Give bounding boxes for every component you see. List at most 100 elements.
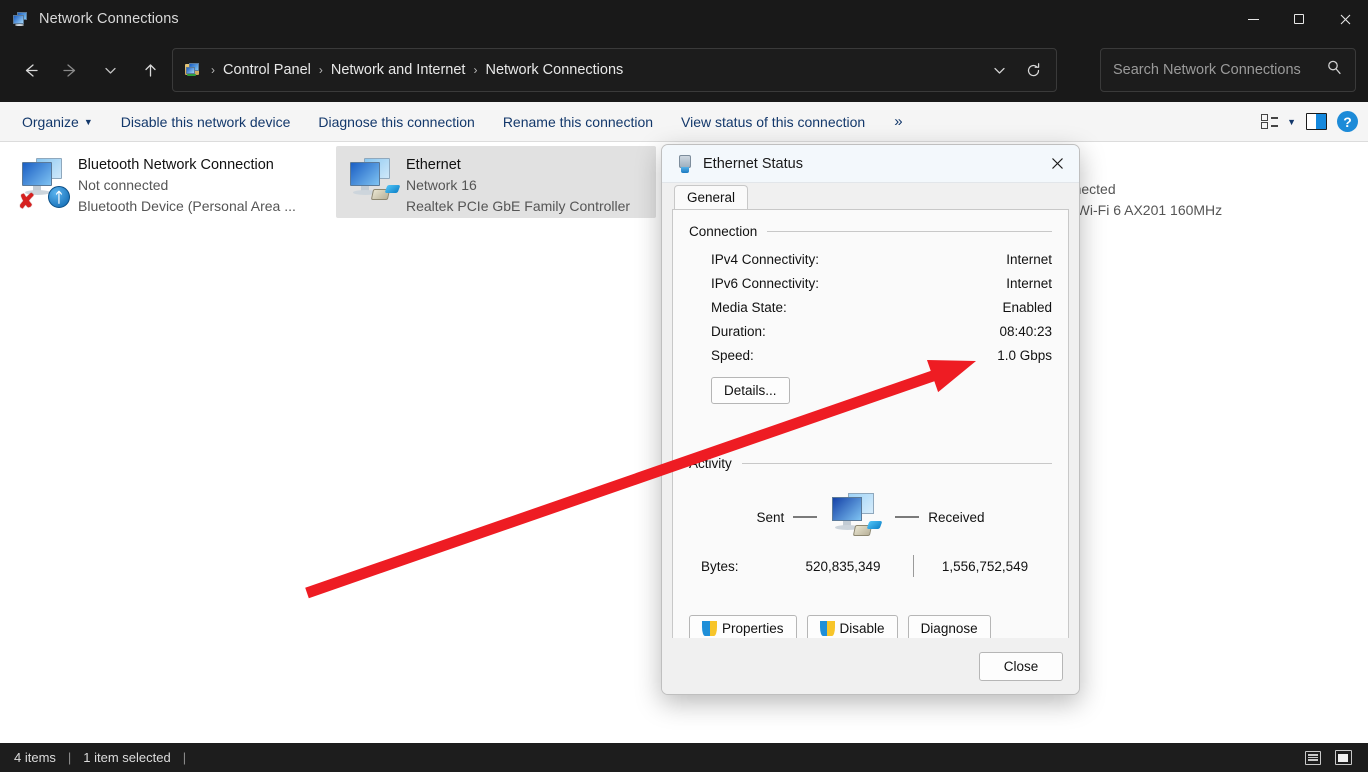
shield-icon: [702, 621, 717, 636]
row-duration: Duration: 08:40:23: [689, 320, 1052, 344]
rename-connection-button[interactable]: Rename this connection: [493, 109, 663, 135]
network-plug-icon: [676, 154, 694, 174]
address-bar[interactable]: › Control Panel › Network and Internet ›…: [172, 48, 1057, 92]
recent-locations-button[interactable]: [90, 53, 130, 87]
row-value: Internet: [1006, 252, 1052, 267]
search-box[interactable]: [1100, 48, 1356, 92]
breadcrumb-network-connections[interactable]: Network Connections: [479, 59, 629, 81]
network-activity-icon: [826, 491, 886, 543]
bluetooth-icon: ᛏ: [48, 186, 70, 208]
title-bar: Network Connections: [0, 0, 1368, 38]
rj45-plug-icon: [370, 185, 401, 202]
connection-status: onnected: [1058, 181, 1116, 197]
row-ipv4-connectivity: IPv4 Connectivity: Internet: [689, 248, 1052, 272]
row-value: Enabled: [1002, 300, 1052, 315]
row-label: IPv6 Connectivity:: [711, 276, 820, 291]
list-item-bluetooth-network-connection[interactable]: ✘ ᛏ Bluetooth Network Connection Not con…: [8, 146, 328, 218]
row-value: 1.0 Gbps: [997, 348, 1052, 363]
activity-group-label: Activity: [689, 456, 732, 471]
activity-graph: Sent Received: [689, 489, 1052, 545]
details-view-icon: [1305, 750, 1321, 765]
row-value: Internet: [1006, 276, 1052, 291]
breadcrumb-separator: ›: [318, 63, 323, 77]
chevron-down-icon: ▼: [83, 116, 93, 127]
row-label: IPv4 Connectivity:: [711, 252, 820, 267]
file-explorer-window: Network Connections › Control Panel › Ne…: [0, 0, 1368, 772]
ethernet-network-icon: [344, 152, 402, 210]
connection-name: Ethernet: [406, 157, 461, 173]
network-connections-icon: [12, 10, 30, 28]
details-view-button[interactable]: [1300, 747, 1326, 769]
large-icons-view-icon: [1334, 750, 1352, 765]
forward-button[interactable]: [50, 53, 90, 87]
dialog-close-icon[interactable]: [1035, 145, 1079, 183]
row-media-state: Media State: Enabled: [689, 296, 1052, 320]
chevron-down-icon[interactable]: [982, 54, 1016, 86]
activity-section: Activity Sent Received Bytes: 520,835,34…: [689, 456, 1052, 577]
large-icons-view-button[interactable]: [1330, 747, 1356, 769]
received-line: [895, 516, 920, 518]
maximize-button[interactable]: [1276, 0, 1322, 38]
preview-pane-button[interactable]: [1306, 113, 1327, 130]
help-button[interactable]: ?: [1337, 111, 1358, 132]
close-dialog-button[interactable]: Close: [979, 651, 1063, 681]
search-input[interactable]: [1113, 62, 1326, 78]
close-window-button[interactable]: [1322, 0, 1368, 38]
bytes-label: Bytes:: [701, 558, 739, 574]
dialog-title: Ethernet Status: [703, 155, 803, 172]
dialog-footer: Close: [662, 638, 1079, 694]
selection-count: 1 item selected: [83, 750, 171, 765]
shield-icon: [819, 621, 835, 636]
organize-label: Organize: [22, 113, 79, 130]
row-label: Duration:: [711, 324, 766, 339]
dialog-tab-strip: General: [662, 183, 1079, 209]
disable-network-device-button[interactable]: Disable this network device: [111, 109, 301, 135]
connection-status: Network 16: [406, 177, 477, 193]
connection-group-label: Connection: [689, 224, 758, 239]
bytes-row: Bytes: 520,835,349 1,556,752,549: [689, 555, 1052, 577]
item-count: 4 items: [14, 750, 56, 765]
back-button[interactable]: [10, 53, 50, 87]
diagnose-connection-button[interactable]: Diagnose this connection: [308, 109, 484, 135]
disable-label: Disable: [839, 621, 885, 636]
connection-details-list: IPv4 Connectivity: Internet IPv6 Connect…: [689, 248, 1052, 368]
view-status-button[interactable]: View status of this connection: [671, 109, 875, 135]
organize-menu-button[interactable]: Organize ▼: [12, 109, 103, 135]
tab-general[interactable]: General: [674, 185, 749, 209]
list-item-wifi-occluded[interactable]: onnected R) Wi-Fi 6 AX201 160MHz: [1058, 148, 1368, 221]
bluetooth-network-icon: ✘ ᛏ: [16, 152, 74, 213]
window-controls: [1230, 0, 1368, 38]
disconnected-x-icon: ✘: [18, 191, 35, 213]
row-label: Speed:: [711, 348, 754, 363]
minimize-button[interactable]: [1230, 0, 1276, 38]
sent-label: Sent: [756, 509, 785, 525]
breadcrumb-separator: ›: [473, 63, 478, 77]
properties-label: Properties: [722, 621, 784, 636]
chevron-down-icon[interactable]: ▼: [1287, 117, 1296, 127]
search-icon[interactable]: [1326, 59, 1343, 81]
up-button[interactable]: [130, 53, 170, 87]
sent-line: [793, 516, 818, 518]
row-label: Media State:: [711, 300, 787, 315]
status-bar: 4 items | 1 item selected |: [0, 743, 1368, 772]
received-label: Received: [928, 509, 985, 525]
row-ipv6-connectivity: IPv6 Connectivity: Internet: [689, 272, 1052, 296]
list-item-ethernet[interactable]: Ethernet Network 16 Realtek PCIe GbE Fam…: [336, 146, 656, 218]
list-view-icon: [1261, 114, 1279, 129]
breadcrumb-control-panel[interactable]: Control Panel: [217, 59, 317, 81]
group-divider: [767, 231, 1052, 232]
breadcrumb-network-and-internet[interactable]: Network and Internet: [325, 59, 472, 81]
activity-group-header: Activity: [689, 456, 1052, 471]
breadcrumb-separator: ›: [211, 63, 215, 77]
details-button[interactable]: Details...: [711, 377, 790, 404]
refresh-icon[interactable]: [1016, 54, 1050, 86]
row-value: 08:40:23: [999, 324, 1052, 339]
connection-device: Bluetooth Device (Personal Area ...: [78, 198, 296, 214]
dialog-title-bar: Ethernet Status: [662, 145, 1079, 183]
row-speed: Speed: 1.0 Gbps: [689, 344, 1052, 368]
toolbar-overflow-button[interactable]: »: [885, 109, 911, 134]
group-divider: [741, 463, 1052, 464]
change-view-button[interactable]: ▼: [1257, 110, 1300, 133]
breadcrumb-folder-icon: [185, 61, 203, 79]
bytes-received-value: 1,556,752,549: [941, 558, 1029, 574]
